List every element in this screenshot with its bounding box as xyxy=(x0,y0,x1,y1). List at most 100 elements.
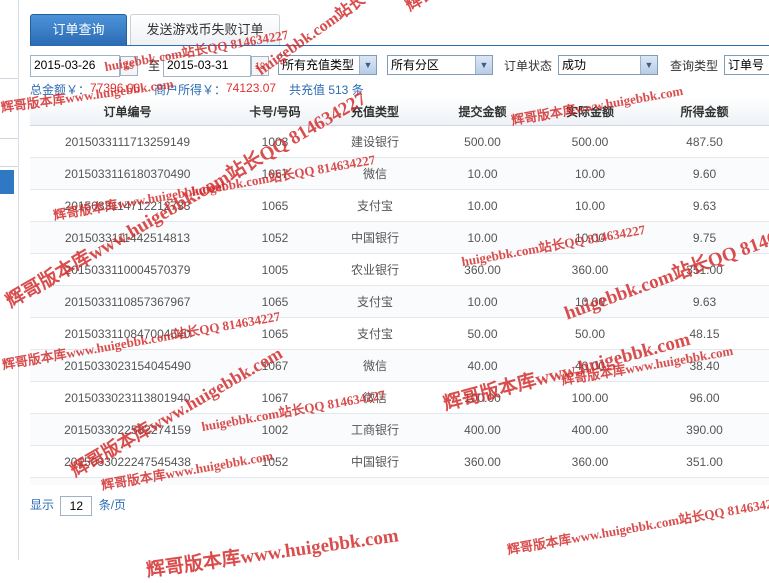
col-header-recharge-type[interactable]: 充值类型 xyxy=(325,97,425,126)
cell-actual-amount: 10.00 xyxy=(540,221,640,254)
cell-received-amount: 487.50 xyxy=(640,125,769,158)
total-label: 总金额￥： xyxy=(30,83,91,97)
start-date-input[interactable] xyxy=(31,56,119,74)
cell-recharge-type: 支付宝 xyxy=(325,189,425,222)
cell-submitted-amount: 10.00 xyxy=(425,285,540,318)
table-row[interactable]: 2015033022247545438 1052 中国银行 360.00 360.00 3… xyxy=(30,445,769,478)
zone-value: 所有分区 xyxy=(391,58,440,72)
rail-divider xyxy=(0,138,18,139)
cell-submitted-amount: 10.00 xyxy=(425,221,540,254)
cell-received-amount: 57.78 xyxy=(640,477,769,485)
table-row[interactable]: 2015033110847004540 1065 支付宝 50.00 50.00 48.1… xyxy=(30,317,769,350)
end-date-input[interactable] xyxy=(164,56,250,74)
zone-select[interactable]: 所有分区 ▼ xyxy=(387,55,493,75)
tab-failed-orders[interactable]: 发送游戏币失败订单 xyxy=(130,14,280,45)
cell-submitted-amount: 50.00 xyxy=(425,317,540,350)
end-date-field[interactable] xyxy=(163,55,251,77)
pager-unit-label: 条/页 xyxy=(98,498,127,512)
col-header-actual-amount[interactable]: 实际金额 xyxy=(540,97,640,126)
table-row[interactable]: 2015033111713259149 1003 建设银行 500.00 500.00 4… xyxy=(30,125,769,158)
cell-recharge-type: 微信 xyxy=(325,381,425,414)
table-row[interactable]: 2015033022582274159 1002 工商银行 400.00 400.00 3… xyxy=(30,413,769,446)
cell-recharge-type: 支付宝 xyxy=(325,477,425,485)
cell-order-id: 2015033116180370490 xyxy=(30,157,225,190)
cell-received-amount: 38.40 xyxy=(640,349,769,382)
cell-received-amount: 96.00 xyxy=(640,381,769,414)
date-separator: 至 xyxy=(148,59,161,73)
table-row[interactable]: 2015033110004570379 1005 农业银行 360.00 360.00 3… xyxy=(30,253,769,286)
rail-active-indicator[interactable] xyxy=(0,170,14,194)
query-type-select[interactable]: 订单号 xyxy=(724,55,769,75)
table-row[interactable]: 2015033110857367967 1065 支付宝 10.00 10.00 9.63 xyxy=(30,285,769,318)
cell-actual-amount: 50.00 xyxy=(540,317,640,350)
calendar-icon[interactable]: 19 xyxy=(120,56,138,76)
table-row[interactable]: 2015033023154045490 1067 微信 40.00 40.00 38.40 xyxy=(30,349,769,382)
cell-received-amount: 351.00 xyxy=(640,253,769,286)
cell-actual-amount: 60.00 xyxy=(540,477,640,485)
status-select[interactable]: 成功 ▼ xyxy=(558,55,658,75)
cell-actual-amount: 100.00 xyxy=(540,381,640,414)
col-header-card-number[interactable]: 卡号/号码 xyxy=(225,97,325,126)
orders-table-container: 订单编号 卡号/号码 充值类型 提交金额 实际金额 所得金额 201503311… xyxy=(30,97,769,485)
cell-order-id: 2015033110004570379 xyxy=(30,253,225,286)
col-header-received-amount[interactable]: 所得金额 xyxy=(640,97,769,126)
cell-card-number: 1003 xyxy=(225,125,325,158)
table-row[interactable]: 2015033023113801940 1067 微信 100.00 100.00 96.… xyxy=(30,381,769,414)
cell-order-id: 2015033114712212733 xyxy=(30,189,225,222)
cell-received-amount: 351.00 xyxy=(640,445,769,478)
rail-divider xyxy=(0,166,18,167)
recharge-type-value: 所有充值类型 xyxy=(282,58,355,72)
status-value: 成功 xyxy=(562,58,587,72)
chevron-down-icon: ▼ xyxy=(475,56,492,74)
tab-order-query[interactable]: 订单查询 xyxy=(30,14,127,46)
cell-card-number: 1067 xyxy=(225,381,325,414)
cell-recharge-type: 建设银行 xyxy=(325,125,425,158)
cell-actual-amount: 10.00 xyxy=(540,157,640,190)
page-size-input[interactable]: 12 xyxy=(60,495,93,516)
cell-card-number: 1067 xyxy=(225,349,325,382)
cell-order-id: 2015033110847004540 xyxy=(30,317,225,350)
cell-received-amount: 48.15 xyxy=(640,317,769,350)
left-rail xyxy=(0,0,19,560)
merchant-label: 商户所得￥： xyxy=(154,83,227,97)
cell-order-id: 2015033111442514813 xyxy=(30,221,225,254)
cell-card-number: 1067 xyxy=(225,157,325,190)
cell-actual-amount: 360.00 xyxy=(540,445,640,478)
col-header-submitted-amount[interactable]: 提交金额 xyxy=(425,97,540,126)
table-row[interactable]: 2015033111442514813 1052 中国银行 10.00 10.00 9.7… xyxy=(30,221,769,254)
cell-order-id: 2015033022342079881 xyxy=(30,477,225,485)
cell-submitted-amount: 10.00 xyxy=(425,189,540,222)
start-date-field[interactable] xyxy=(30,55,120,77)
cell-recharge-type: 微信 xyxy=(325,157,425,190)
cell-recharge-type: 工商银行 xyxy=(325,413,425,446)
cell-card-number: 1065 xyxy=(225,189,325,222)
pager: 显示 12 条/页 xyxy=(30,495,127,516)
cell-received-amount: 9.75 xyxy=(640,221,769,254)
filter-bar: 19 至 19 所有充值类型 ▼ 所有分区 ▼ 订单状态 成功 ▼ 查询类型 订… xyxy=(30,55,769,77)
cell-received-amount: 390.00 xyxy=(640,413,769,446)
table-row[interactable]: 20150330223420798811065支付宝60.0060.0057.7… xyxy=(30,477,769,485)
cell-order-id: 2015033023113801940 xyxy=(30,381,225,414)
cell-submitted-amount: 100.00 xyxy=(425,381,540,414)
cell-submitted-amount: 60.00 xyxy=(425,477,540,485)
col-header-order-id[interactable]: 订单编号 xyxy=(30,97,225,126)
merchant-value: 74123.07 xyxy=(226,81,277,95)
recharge-type-select[interactable]: 所有充值类型 ▼ xyxy=(278,55,377,75)
cell-card-number: 1052 xyxy=(225,221,325,254)
cell-card-number: 1065 xyxy=(225,317,325,350)
cell-card-number: 1052 xyxy=(225,445,325,478)
cell-received-amount: 9.63 xyxy=(640,189,769,222)
query-type-label: 查询类型 xyxy=(670,59,719,73)
table-row[interactable]: 2015033114712212733 1065 支付宝 10.00 10.00 9.63 xyxy=(30,189,769,222)
table-row[interactable]: 2015033116180370490 1067 微信 10.00 10.00 9.60 xyxy=(30,157,769,190)
cell-card-number: 1005 xyxy=(225,253,325,286)
record-count: 共充值 513 条 xyxy=(289,83,364,97)
cell-submitted-amount: 400.00 xyxy=(425,413,540,446)
cell-recharge-type: 微信 xyxy=(325,349,425,382)
cell-actual-amount: 40.00 xyxy=(540,349,640,382)
cell-order-id: 2015033111713259149 xyxy=(30,125,225,158)
cell-order-id: 2015033022582274159 xyxy=(30,413,225,446)
cell-recharge-type: 支付宝 xyxy=(325,285,425,318)
cell-order-id: 2015033110857367967 xyxy=(30,285,225,318)
calendar-icon[interactable]: 19 xyxy=(251,56,269,76)
